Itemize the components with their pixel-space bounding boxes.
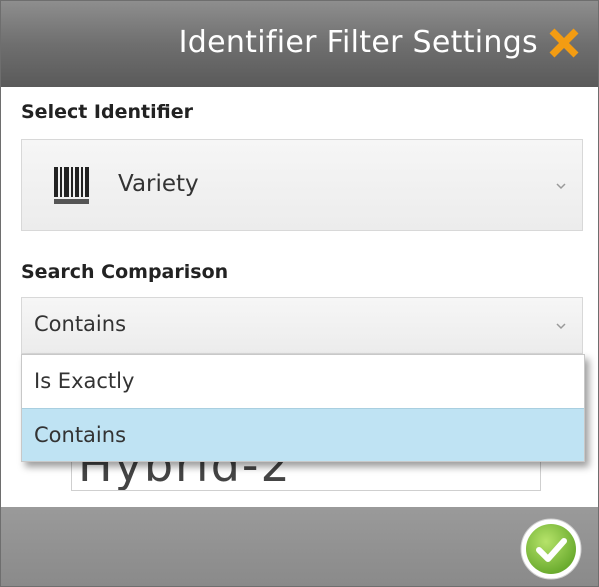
close-button[interactable]	[544, 23, 584, 63]
title-bar: Identifier Filter Settings	[1, 1, 598, 87]
identifier-filter-dialog: Identifier Filter Settings Select Identi…	[0, 0, 599, 587]
comparison-select[interactable]: Contains	[21, 297, 583, 354]
check-icon	[520, 518, 582, 580]
close-icon	[549, 28, 579, 58]
select-identifier-label: Select Identifier	[21, 101, 193, 123]
chevron-down-icon	[556, 183, 566, 190]
option-contains[interactable]: Contains	[22, 408, 584, 461]
identifier-select[interactable]: Variety	[21, 139, 583, 231]
option-is-exactly[interactable]: Is Exactly	[22, 355, 584, 408]
comparison-value: Contains	[34, 312, 127, 336]
comparison-dropdown-list: Is Exactly Contains	[21, 354, 585, 462]
footer-bar	[1, 507, 598, 586]
barcode-icon	[54, 167, 89, 204]
chevron-down-icon	[556, 323, 566, 330]
dialog-title: Identifier Filter Settings	[178, 25, 538, 60]
search-comparison-label: Search Comparison	[21, 261, 229, 283]
ok-button[interactable]	[519, 517, 583, 581]
identifier-value: Variety	[118, 171, 199, 197]
